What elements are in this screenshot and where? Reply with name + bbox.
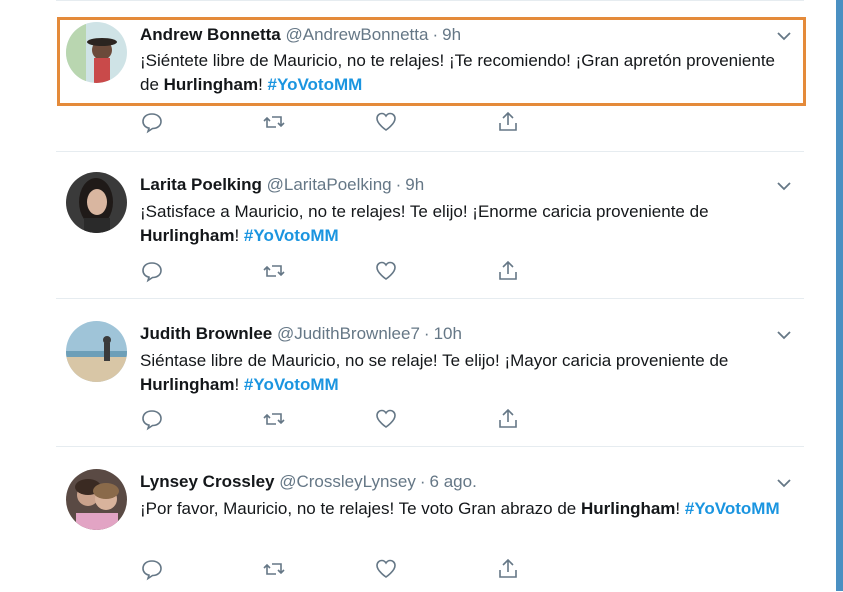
timestamp[interactable]: 9h	[405, 175, 424, 194]
retweet-icon	[263, 563, 285, 575]
retweet-button[interactable]	[262, 259, 286, 283]
reply-icon	[142, 560, 162, 581]
retweet-icon	[263, 413, 285, 425]
tweet-text: ¡Por favor, Mauricio, no te relajes! Te …	[140, 497, 790, 521]
tweet-text-part: !	[234, 375, 244, 394]
tweet-actions	[140, 557, 560, 581]
reply-icon	[142, 262, 162, 283]
tweet-header: Judith Brownlee @JudithBrownlee7 · 10h	[140, 324, 462, 344]
tweet-text-bold: Hurlingham	[140, 375, 235, 394]
separator-dot: ·	[419, 472, 426, 491]
separator-dot: ·	[395, 175, 402, 194]
share-icon	[499, 558, 517, 578]
right-edge-bar	[836, 0, 843, 591]
avatar[interactable]	[66, 172, 127, 233]
retweet-button[interactable]	[262, 407, 286, 431]
tweet-text-part: ¡Satisface a Mauricio, no te relajes! Te…	[140, 202, 709, 221]
separator-dot: ·	[423, 324, 430, 343]
share-button[interactable]	[496, 259, 520, 283]
highlight-box	[57, 17, 806, 106]
avatar[interactable]	[66, 321, 127, 382]
like-button[interactable]	[374, 407, 398, 431]
tweet-text-part: Siéntase libre de Mauricio, no se relaje…	[140, 351, 729, 370]
share-icon	[499, 408, 517, 428]
retweet-button[interactable]	[262, 110, 286, 134]
share-button[interactable]	[496, 407, 520, 431]
heart-icon	[376, 559, 396, 578]
tweet-actions	[140, 259, 560, 283]
tweet-text-part: ¡Por favor, Mauricio, no te relajes! Te …	[140, 499, 581, 518]
author-name[interactable]: Lynsey Crossley	[140, 472, 275, 491]
hashtag-link[interactable]: #YoVotoMM	[244, 226, 339, 245]
share-icon	[499, 260, 517, 280]
retweet-icon	[263, 265, 285, 277]
tweet-larita-poelking[interactable]: Larita Poelking @LaritaPoelking · 9h ¡Sati…	[56, 151, 804, 298]
reply-icon	[142, 113, 162, 134]
reply-button[interactable]	[140, 259, 164, 283]
reply-button[interactable]	[140, 557, 164, 581]
tweet-header: Lynsey Crossley @CrossleyLynsey · 6 ago.	[140, 472, 477, 492]
reply-button[interactable]	[140, 110, 164, 134]
hashtag-link[interactable]: #YoVotoMM	[244, 375, 339, 394]
chevron-down-icon[interactable]	[776, 329, 792, 341]
heart-icon	[376, 409, 396, 428]
tweet-actions	[140, 110, 560, 134]
heart-icon	[376, 112, 396, 131]
timestamp[interactable]: 6 ago.	[430, 472, 477, 491]
tweet-text-part: !	[675, 499, 685, 518]
author-name[interactable]: Judith Brownlee	[140, 324, 272, 343]
like-button[interactable]	[374, 110, 398, 134]
retweet-icon	[263, 116, 285, 128]
timestamp[interactable]: 10h	[434, 324, 462, 343]
chevron-down-icon[interactable]	[776, 477, 792, 489]
tweet-text-bold: Hurlingham	[140, 226, 235, 245]
avatar[interactable]	[66, 469, 127, 530]
tweet-text: Siéntase libre de Mauricio, no se relaje…	[140, 349, 790, 397]
tweet-text: ¡Satisface a Mauricio, no te relajes! Te…	[140, 200, 790, 248]
tweet-actions	[140, 407, 560, 431]
author-name[interactable]: Larita Poelking	[140, 175, 262, 194]
heart-icon	[376, 261, 396, 280]
tweet-header: Larita Poelking @LaritaPoelking · 9h	[140, 175, 424, 195]
share-icon	[499, 111, 517, 131]
author-handle[interactable]: @LaritaPoelking	[267, 175, 392, 194]
like-button[interactable]	[374, 557, 398, 581]
reply-icon	[142, 410, 162, 431]
share-button[interactable]	[496, 110, 520, 134]
share-button[interactable]	[496, 557, 520, 581]
tweet-judith-brownlee[interactable]: Judith Brownlee @JudithBrownlee7 · 10h Sié…	[56, 298, 804, 446]
hashtag-link[interactable]: #YoVotoMM	[685, 499, 780, 518]
reply-button[interactable]	[140, 407, 164, 431]
author-handle[interactable]: @JudithBrownlee7	[277, 324, 420, 343]
like-button[interactable]	[374, 259, 398, 283]
tweet-text-bold: Hurlingham	[580, 499, 676, 518]
tweet-lynsey-crossley[interactable]: Lynsey Crossley @CrossleyLynsey · 6 ago. ¡…	[56, 446, 804, 592]
retweet-button[interactable]	[262, 557, 286, 581]
author-handle[interactable]: @CrossleyLynsey	[279, 472, 416, 491]
chevron-down-icon[interactable]	[776, 180, 792, 192]
tweet-text-part: !	[234, 226, 244, 245]
